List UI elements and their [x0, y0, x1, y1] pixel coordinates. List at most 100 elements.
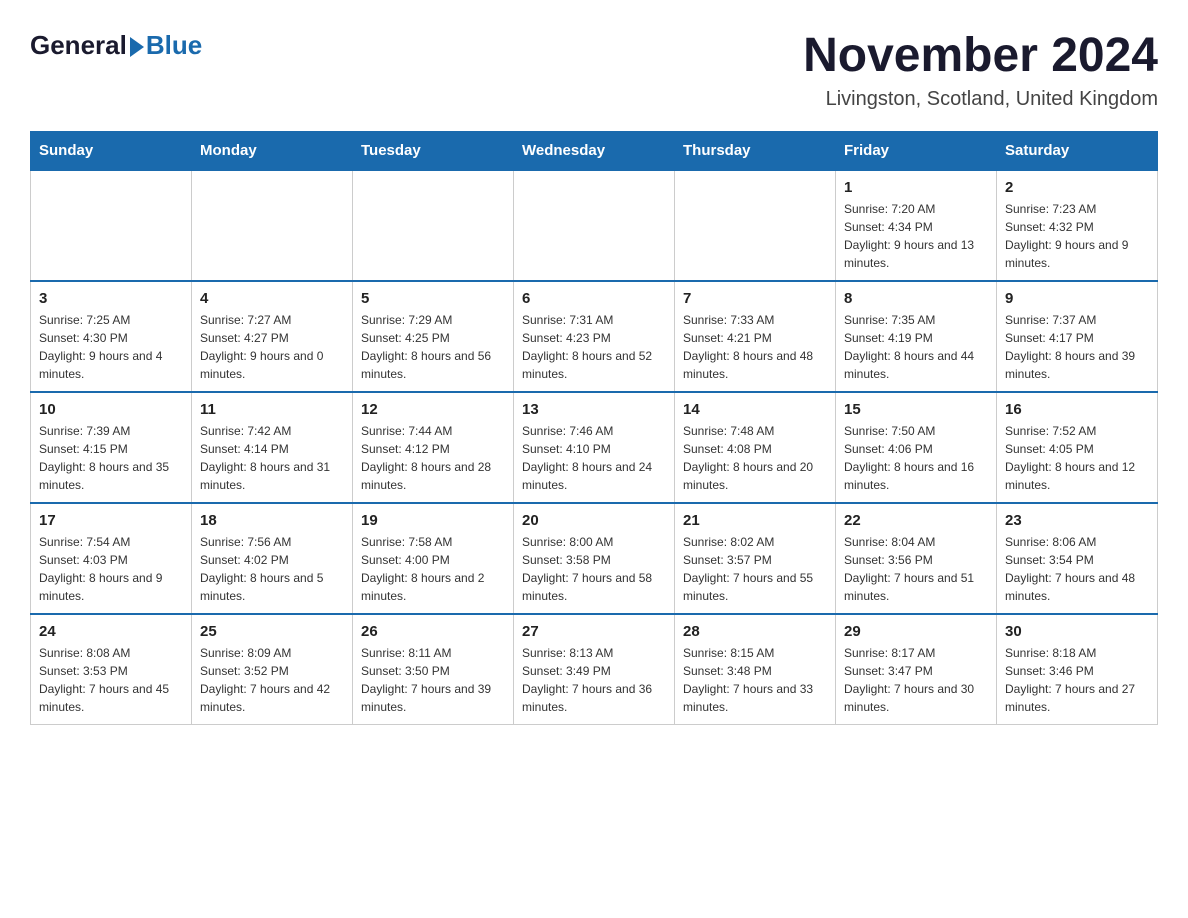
calendar-week-row: 24 Sunrise: 8:08 AM Sunset: 3:53 PM Dayli…	[31, 614, 1158, 725]
calendar-table: SundayMondayTuesdayWednesdayThursdayFrid…	[30, 131, 1158, 725]
calendar-day-cell: 25 Sunrise: 8:09 AM Sunset: 3:52 PM Dayli…	[192, 614, 353, 725]
day-number: 19	[361, 512, 505, 529]
day-number: 29	[844, 623, 988, 640]
day-info: Sunrise: 7:52 AM Sunset: 4:05 PM Dayligh…	[1005, 422, 1149, 494]
calendar-day-cell: 19 Sunrise: 7:58 AM Sunset: 4:00 PM Dayli…	[353, 503, 514, 614]
calendar-day-cell: 9 Sunrise: 7:37 AM Sunset: 4:17 PM Daylig…	[997, 281, 1158, 392]
day-info: Sunrise: 7:50 AM Sunset: 4:06 PM Dayligh…	[844, 422, 988, 494]
calendar-day-cell: 21Sunrise: 8:02 AM Sunset: 3:57 PM Dayli…	[675, 503, 836, 614]
calendar-day-cell: 17 Sunrise: 7:54 AM Sunset: 4:03 PM Dayli…	[31, 503, 192, 614]
day-info: Sunrise: 7:58 AM Sunset: 4:00 PM Dayligh…	[361, 533, 505, 605]
calendar-day-cell	[353, 170, 514, 281]
day-number: 25	[200, 623, 344, 640]
calendar-day-cell: 15 Sunrise: 7:50 AM Sunset: 4:06 PM Dayli…	[836, 392, 997, 503]
calendar-header-friday: Friday	[836, 131, 997, 170]
day-number: 24	[39, 623, 183, 640]
calendar-day-cell: 16 Sunrise: 7:52 AM Sunset: 4:05 PM Dayli…	[997, 392, 1158, 503]
calendar-day-cell: 10 Sunrise: 7:39 AM Sunset: 4:15 PM Dayli…	[31, 392, 192, 503]
page-header: General Blue November 2024 Livingston, S…	[30, 30, 1158, 111]
day-number: 17	[39, 512, 183, 529]
calendar-day-cell: 24 Sunrise: 8:08 AM Sunset: 3:53 PM Dayli…	[31, 614, 192, 725]
day-info: Sunrise: 7:48 AM Sunset: 4:08 PM Dayligh…	[683, 422, 827, 494]
day-number: 20	[522, 512, 666, 529]
day-info: Sunrise: 8:11 AM Sunset: 3:50 PM Dayligh…	[361, 644, 505, 716]
day-info: Sunrise: 7:35 AM Sunset: 4:19 PM Dayligh…	[844, 311, 988, 383]
day-info: Sunrise: 8:17 AM Sunset: 3:47 PM Dayligh…	[844, 644, 988, 716]
day-info: Sunrise: 7:39 AM Sunset: 4:15 PM Dayligh…	[39, 422, 183, 494]
day-info: Sunrise: 8:13 AM Sunset: 3:49 PM Dayligh…	[522, 644, 666, 716]
day-info: Sunrise: 7:23 AM Sunset: 4:32 PM Dayligh…	[1005, 200, 1149, 272]
calendar-day-cell: 6Sunrise: 7:31 AM Sunset: 4:23 PM Daylig…	[514, 281, 675, 392]
day-number: 1	[844, 179, 988, 196]
day-info: Sunrise: 7:44 AM Sunset: 4:12 PM Dayligh…	[361, 422, 505, 494]
calendar-day-cell	[192, 170, 353, 281]
day-number: 14	[683, 401, 827, 418]
day-number: 18	[200, 512, 344, 529]
day-number: 22	[844, 512, 988, 529]
day-number: 28	[683, 623, 827, 640]
calendar-day-cell: 20Sunrise: 8:00 AM Sunset: 3:58 PM Dayli…	[514, 503, 675, 614]
calendar-day-cell: 26Sunrise: 8:11 AM Sunset: 3:50 PM Dayli…	[353, 614, 514, 725]
day-number: 2	[1005, 179, 1149, 196]
day-info: Sunrise: 8:04 AM Sunset: 3:56 PM Dayligh…	[844, 533, 988, 605]
day-info: Sunrise: 7:29 AM Sunset: 4:25 PM Dayligh…	[361, 311, 505, 383]
day-info: Sunrise: 7:46 AM Sunset: 4:10 PM Dayligh…	[522, 422, 666, 494]
day-info: Sunrise: 7:20 AM Sunset: 4:34 PM Dayligh…	[844, 200, 988, 272]
logo-text: General Blue	[30, 30, 202, 61]
day-number: 16	[1005, 401, 1149, 418]
calendar-header-saturday: Saturday	[997, 131, 1158, 170]
day-number: 21	[683, 512, 827, 529]
day-info: Sunrise: 7:54 AM Sunset: 4:03 PM Dayligh…	[39, 533, 183, 605]
calendar-day-cell: 8 Sunrise: 7:35 AM Sunset: 4:19 PM Daylig…	[836, 281, 997, 392]
calendar-day-cell: 13 Sunrise: 7:46 AM Sunset: 4:10 PM Dayli…	[514, 392, 675, 503]
calendar-day-cell: 23 Sunrise: 8:06 AM Sunset: 3:54 PM Dayli…	[997, 503, 1158, 614]
day-info: Sunrise: 7:27 AM Sunset: 4:27 PM Dayligh…	[200, 311, 344, 383]
day-info: Sunrise: 7:42 AM Sunset: 4:14 PM Dayligh…	[200, 422, 344, 494]
day-number: 13	[522, 401, 666, 418]
day-number: 4	[200, 290, 344, 307]
day-number: 23	[1005, 512, 1149, 529]
day-info: Sunrise: 7:37 AM Sunset: 4:17 PM Dayligh…	[1005, 311, 1149, 383]
calendar-week-row: 10 Sunrise: 7:39 AM Sunset: 4:15 PM Dayli…	[31, 392, 1158, 503]
day-number: 10	[39, 401, 183, 418]
day-info: Sunrise: 8:18 AM Sunset: 3:46 PM Dayligh…	[1005, 644, 1149, 716]
calendar-day-cell: 4 Sunrise: 7:27 AM Sunset: 4:27 PM Daylig…	[192, 281, 353, 392]
calendar-header-monday: Monday	[192, 131, 353, 170]
day-info: Sunrise: 8:09 AM Sunset: 3:52 PM Dayligh…	[200, 644, 344, 716]
day-number: 27	[522, 623, 666, 640]
calendar-day-cell: 11 Sunrise: 7:42 AM Sunset: 4:14 PM Dayli…	[192, 392, 353, 503]
location-text: Livingston, Scotland, United Kingdom	[803, 88, 1158, 111]
calendar-day-cell: 5 Sunrise: 7:29 AM Sunset: 4:25 PM Daylig…	[353, 281, 514, 392]
calendar-day-cell: 28 Sunrise: 8:15 AM Sunset: 3:48 PM Dayli…	[675, 614, 836, 725]
calendar-header-row: SundayMondayTuesdayWednesdayThursdayFrid…	[31, 131, 1158, 170]
day-number: 9	[1005, 290, 1149, 307]
calendar-week-row: 17 Sunrise: 7:54 AM Sunset: 4:03 PM Dayli…	[31, 503, 1158, 614]
day-info: Sunrise: 8:08 AM Sunset: 3:53 PM Dayligh…	[39, 644, 183, 716]
calendar-day-cell	[514, 170, 675, 281]
calendar-day-cell: 12Sunrise: 7:44 AM Sunset: 4:12 PM Dayli…	[353, 392, 514, 503]
calendar-day-cell	[31, 170, 192, 281]
day-number: 11	[200, 401, 344, 418]
day-number: 7	[683, 290, 827, 307]
calendar-day-cell	[675, 170, 836, 281]
logo-arrow-icon	[130, 37, 144, 57]
calendar-header-wednesday: Wednesday	[514, 131, 675, 170]
calendar-day-cell: 3 Sunrise: 7:25 AM Sunset: 4:30 PM Daylig…	[31, 281, 192, 392]
day-info: Sunrise: 7:33 AM Sunset: 4:21 PM Dayligh…	[683, 311, 827, 383]
day-info: Sunrise: 8:06 AM Sunset: 3:54 PM Dayligh…	[1005, 533, 1149, 605]
calendar-day-cell: 2 Sunrise: 7:23 AM Sunset: 4:32 PM Daylig…	[997, 170, 1158, 281]
day-info: Sunrise: 7:31 AM Sunset: 4:23 PM Dayligh…	[522, 311, 666, 383]
day-number: 5	[361, 290, 505, 307]
calendar-day-cell: 27 Sunrise: 8:13 AM Sunset: 3:49 PM Dayli…	[514, 614, 675, 725]
day-number: 8	[844, 290, 988, 307]
calendar-header-sunday: Sunday	[31, 131, 192, 170]
calendar-day-cell: 7 Sunrise: 7:33 AM Sunset: 4:21 PM Daylig…	[675, 281, 836, 392]
day-number: 3	[39, 290, 183, 307]
calendar-day-cell: 14 Sunrise: 7:48 AM Sunset: 4:08 PM Dayli…	[675, 392, 836, 503]
day-info: Sunrise: 8:15 AM Sunset: 3:48 PM Dayligh…	[683, 644, 827, 716]
day-number: 15	[844, 401, 988, 418]
day-info: Sunrise: 7:56 AM Sunset: 4:02 PM Dayligh…	[200, 533, 344, 605]
day-info: Sunrise: 7:25 AM Sunset: 4:30 PM Dayligh…	[39, 311, 183, 383]
day-number: 30	[1005, 623, 1149, 640]
calendar-week-row: 3 Sunrise: 7:25 AM Sunset: 4:30 PM Daylig…	[31, 281, 1158, 392]
